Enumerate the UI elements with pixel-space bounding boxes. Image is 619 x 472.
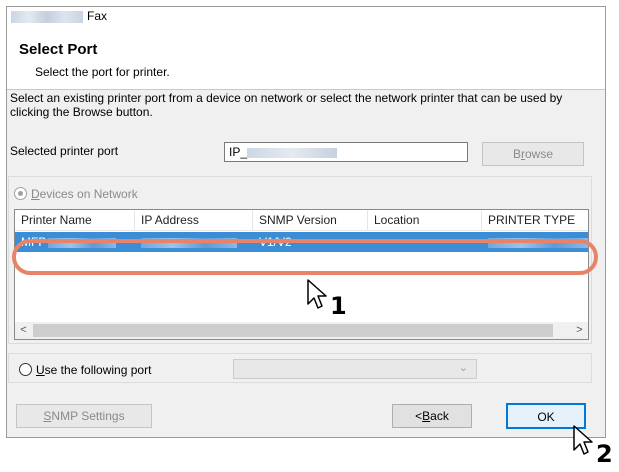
snmp-settings-button[interactable]: SNMP Settings <box>16 404 152 428</box>
redacted-model-name <box>11 11 83 23</box>
selection-highlight <box>12 239 598 275</box>
column-printer-name[interactable]: Printer Name <box>15 210 135 230</box>
back-button[interactable]: <Back <box>392 404 472 428</box>
selected-port-field[interactable]: IP_ <box>224 142 468 162</box>
port-dropdown[interactable]: ⌄ <box>233 359 477 379</box>
use-following-port-radio[interactable]: Use the following port <box>19 362 151 377</box>
dialog-header: Fax Select Port Select the port for prin… <box>7 7 605 90</box>
radio-icon <box>19 363 32 377</box>
devices-on-network-radio[interactable]: Devices on Network <box>14 186 138 201</box>
column-location[interactable]: Location <box>368 210 482 230</box>
redacted-port-value <box>247 147 338 158</box>
use-port-group: Use the following port ⌄ <box>8 353 592 383</box>
page-title: Select Port <box>19 41 98 58</box>
cursor-icon <box>573 425 593 455</box>
column-ip-address[interactable]: IP Address <box>135 210 253 230</box>
radio-icon <box>14 187 27 201</box>
horizontal-scrollbar[interactable]: < > <box>15 322 588 339</box>
scroll-left-icon[interactable]: < <box>15 322 32 339</box>
scroll-thumb[interactable] <box>33 324 553 337</box>
scroll-right-icon[interactable]: > <box>571 322 588 339</box>
selected-port-value: IP_ <box>229 145 248 159</box>
selected-port-label: Selected printer port <box>10 144 119 158</box>
step-number-2: 2 <box>596 440 613 468</box>
column-snmp-version[interactable]: SNMP Version <box>253 210 368 230</box>
page-subtitle: Select the port for printer. <box>35 65 170 79</box>
instruction-text: Select an existing printer port from a d… <box>10 91 563 119</box>
browse-button[interactable]: Browse <box>482 142 584 166</box>
cursor-icon <box>307 279 327 309</box>
list-header: Printer Name IP Address SNMP Version Loc… <box>15 210 588 231</box>
chevron-down-icon: ⌄ <box>458 362 468 374</box>
column-printer-type[interactable]: PRINTER TYPE <box>482 210 588 230</box>
step-number-1: 1 <box>330 292 347 320</box>
window-title: Fax <box>87 9 108 23</box>
